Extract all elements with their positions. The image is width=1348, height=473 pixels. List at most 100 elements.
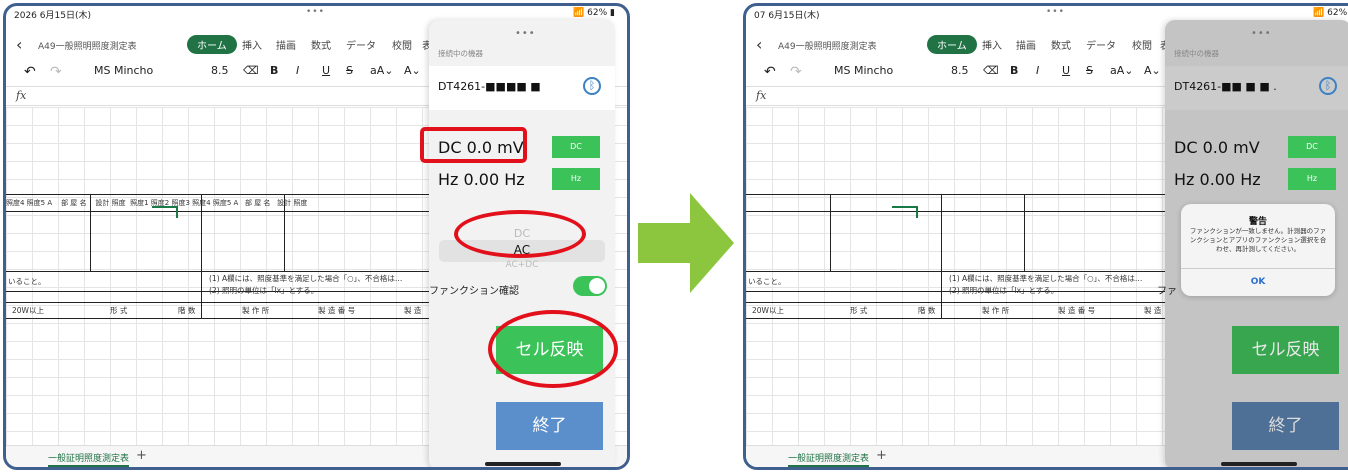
status-time: 2026 6月15日(木) — [14, 11, 91, 21]
note-text: いること。 — [748, 277, 786, 286]
warning-message: ファンクションが一致しません。計測器のファンクションとアプリのファンクション選択… — [1189, 227, 1327, 253]
ok-button[interactable]: OK — [1181, 268, 1335, 296]
back-chevron-icon[interactable]: ‹ — [756, 35, 762, 54]
table-border — [6, 318, 430, 319]
redo-icon[interactable]: ↷ — [790, 64, 802, 80]
function-check-toggle[interactable] — [573, 276, 607, 296]
end-button[interactable]: 終了 — [496, 402, 603, 450]
hz-button[interactable]: Hz — [552, 168, 600, 190]
table-border — [746, 211, 1166, 212]
note-text: いること。 — [8, 277, 46, 286]
panel-drag-dots[interactable]: ••• — [1251, 28, 1272, 39]
tab-insert[interactable]: 挿入 — [242, 37, 262, 52]
bold-icon[interactable]: B — [1010, 64, 1018, 77]
function-check-label: ファ — [1157, 286, 1177, 297]
undo-icon[interactable]: ↶ — [764, 64, 776, 80]
fill-color-icon[interactable]: A⌄ — [1144, 64, 1161, 77]
home-indicator — [485, 462, 561, 466]
after-screenshot: 07 6月15日(木) ••• 📶 62% ▮ ‹ A49一般照明照度測定表 ホ… — [743, 3, 1348, 470]
selected-cell[interactable] — [152, 206, 178, 218]
status-time: 07 6月15日(木) — [754, 11, 820, 21]
undo-icon[interactable]: ↶ — [24, 64, 36, 80]
multitask-dots[interactable]: ••• — [1046, 7, 1065, 17]
sheet-tab[interactable]: 一般証明照度測定表 — [48, 451, 130, 467]
dc-reading-highlight — [420, 127, 527, 163]
add-sheet-icon[interactable]: + — [876, 448, 887, 463]
row-header-cell: 階 数 — [918, 306, 936, 315]
row-header-cell: 製 造 番 号 — [1058, 306, 1096, 315]
header-cell: 部 屋 名 — [61, 199, 87, 207]
warning-dialog: 警告 ファンクションが一致しません。計測器のファンクションとアプリのファンクショ… — [1181, 204, 1335, 296]
table-border — [6, 302, 430, 303]
font-size-adjust-icon[interactable]: aA⌄ — [1110, 64, 1133, 77]
table-border — [6, 211, 430, 212]
font-size-field[interactable]: 8.5 — [211, 64, 229, 77]
tab-review[interactable]: 校閲 — [1132, 37, 1152, 52]
multitask-dots[interactable]: ••• — [306, 7, 325, 17]
tab-insert[interactable]: 挿入 — [982, 37, 1002, 52]
note-text: (2) 照明の単位は「lx」とする。 — [209, 286, 319, 295]
dc-button[interactable]: DC — [552, 136, 600, 158]
underline-icon[interactable]: U — [322, 64, 330, 77]
picker-option[interactable]: AC+DC — [429, 260, 615, 270]
note-text: (1) A欄には、照度基準を満足した場合「○」、不合格は… — [949, 274, 1143, 283]
tab-home[interactable]: ホーム — [187, 35, 237, 54]
bluetooth-icon[interactable]: ᛒ — [583, 77, 601, 95]
end-button[interactable]: 終了 — [1232, 402, 1339, 450]
redo-icon[interactable]: ↷ — [50, 64, 62, 80]
table-border — [1024, 194, 1025, 271]
row-header-cell: 20W以上 — [12, 306, 44, 315]
tab-draw[interactable]: 描画 — [276, 37, 296, 52]
device-row[interactable]: DT4261-■■■■ ■ ᛒ — [429, 66, 615, 110]
hz-reading: Hz 0.00 Hz — [1174, 170, 1261, 189]
table-border — [6, 271, 430, 272]
format-painter-icon[interactable]: ⌫ — [983, 64, 999, 77]
row-header-cell: 階 数 — [178, 306, 196, 315]
italic-icon[interactable]: I — [1036, 64, 1039, 77]
strikethrough-icon[interactable]: S — [1086, 64, 1093, 77]
picker-highlight — [454, 210, 586, 258]
add-sheet-icon[interactable]: + — [136, 448, 147, 463]
tab-data[interactable]: データ — [1086, 37, 1116, 52]
connected-device-label: 接続中の機器 — [438, 49, 483, 58]
font-size-adjust-icon[interactable]: aA⌄ — [370, 64, 393, 77]
sheet-tab[interactable]: 一般証明照度測定表 — [788, 451, 870, 467]
tab-draw[interactable]: 描画 — [1016, 37, 1036, 52]
tab-formulas[interactable]: 数式 — [311, 37, 331, 52]
tab-formulas[interactable]: 数式 — [1051, 37, 1071, 52]
selected-cell[interactable] — [892, 206, 918, 218]
note-text: (2) 照明の単位は「lx」とする。 — [949, 286, 1059, 295]
cell-button-highlight — [488, 310, 618, 388]
italic-icon[interactable]: I — [296, 64, 299, 77]
function-check-label: ファンクション確認 — [429, 286, 519, 297]
font-name-field[interactable]: MS Mincho — [94, 64, 153, 77]
note-text: (1) A欄には、照度基準を満足した場合「○」、不合格は… — [209, 274, 403, 283]
battery-indicator: 📶 62% ▮ — [1313, 8, 1348, 18]
back-chevron-icon[interactable]: ‹ — [16, 35, 22, 54]
format-painter-icon[interactable]: ⌫ — [243, 64, 259, 77]
fx-icon: fx — [756, 89, 767, 102]
panel-drag-dots[interactable]: ••• — [515, 28, 536, 39]
home-indicator — [1221, 462, 1297, 466]
device-row[interactable]: DT4261-■■ ■ ■ . ᛒ — [1165, 66, 1348, 110]
header-cell: 照度4 照度5 A — [6, 199, 53, 207]
row-header-cell: 製 作 所 — [982, 306, 1010, 315]
tab-home[interactable]: ホーム — [927, 35, 977, 54]
row-header-cell: 形 式 — [110, 306, 128, 315]
table-border — [746, 302, 1166, 303]
hz-button[interactable]: Hz — [1288, 168, 1336, 190]
cell-apply-button[interactable]: セル反映 — [1232, 326, 1339, 374]
table-header: 照度4 照度5 A 部 屋 名 設計 照度 照度1 照度2 照度3 照度4 照度… — [6, 198, 430, 208]
bold-icon[interactable]: B — [270, 64, 278, 77]
font-name-field[interactable]: MS Mincho — [834, 64, 893, 77]
bluetooth-icon[interactable]: ᛒ — [1319, 77, 1337, 95]
before-screenshot: 2026 6月15日(木) ••• 📶 62% ▮ ‹ A49一般照明照度測定表… — [3, 3, 630, 470]
tab-data[interactable]: データ — [346, 37, 376, 52]
strikethrough-icon[interactable]: S — [346, 64, 353, 77]
tab-review[interactable]: 校閲 — [392, 37, 412, 52]
font-size-field[interactable]: 8.5 — [951, 64, 969, 77]
underline-icon[interactable]: U — [1062, 64, 1070, 77]
fill-color-icon[interactable]: A⌄ — [404, 64, 421, 77]
dc-button[interactable]: DC — [1288, 136, 1336, 158]
table-border — [6, 194, 430, 195]
